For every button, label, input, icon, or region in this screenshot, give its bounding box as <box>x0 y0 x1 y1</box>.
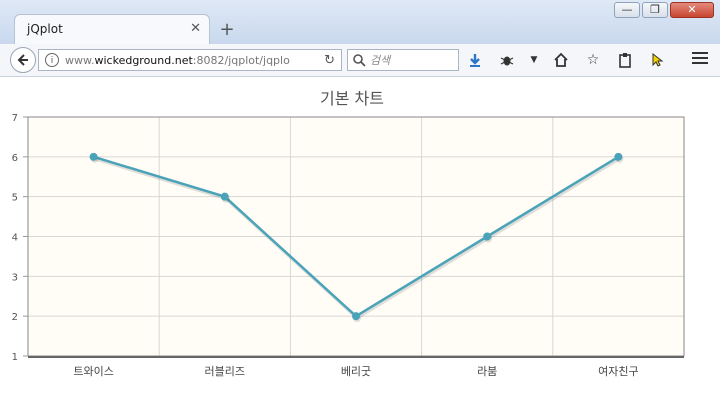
y-axis: 1 2 3 4 5 6 7 <box>12 113 28 363</box>
x-tick-label: 라붐 <box>477 365 497 378</box>
close-tab-icon[interactable]: ✕ <box>190 21 201 36</box>
new-tab-icon[interactable]: + <box>216 19 238 41</box>
address-bar[interactable]: i www.wickedground.net:8082/jqplot/jqplo… <box>38 49 342 71</box>
search-placeholder: 검색 <box>370 54 391 67</box>
x-axis: 트와이스 러블리즈 베리굿 라붐 여자친구 <box>73 365 638 378</box>
y-tick-label: 5 <box>12 193 18 204</box>
chart-title: 기본 차트 <box>320 89 384 108</box>
minimize-button[interactable]: — <box>614 2 640 18</box>
bookmark-star-icon[interactable]: ☆ <box>584 51 602 69</box>
maximize-button[interactable]: ❐ <box>642 2 668 18</box>
search-icon <box>353 54 366 67</box>
tab-title: jQplot <box>27 22 63 36</box>
info-icon[interactable]: i <box>45 53 59 67</box>
window-controls: — ❐ ✕ <box>614 2 714 18</box>
back-button[interactable] <box>10 47 36 73</box>
y-tick-label: 2 <box>12 312 18 323</box>
x-tick-label: 러블리즈 <box>205 365 245 378</box>
search-bar[interactable]: 검색 <box>347 49 459 71</box>
toolbar-icons: ▼ ☆ <box>466 50 666 70</box>
y-tick-label: 1 <box>12 352 18 363</box>
y-tick-label: 3 <box>12 272 18 283</box>
download-icon[interactable] <box>466 51 484 69</box>
arrow-left-icon <box>17 54 28 66</box>
bug-icon[interactable] <box>498 51 516 69</box>
y-tick-label: 6 <box>12 153 18 164</box>
data-point <box>220 192 229 201</box>
url-text[interactable]: www.wickedground.net:8082/jqplot/jqplot_… <box>65 54 290 67</box>
data-point <box>483 232 492 241</box>
data-point <box>89 152 98 161</box>
home-icon[interactable] <box>552 51 570 69</box>
close-window-button[interactable]: ✕ <box>670 2 714 18</box>
clipboard-icon[interactable] <box>616 51 634 69</box>
y-tick-label: 4 <box>12 233 18 244</box>
browser-tab[interactable]: jQplot ✕ <box>14 14 210 44</box>
dropdown-arrow-icon[interactable]: ▼ <box>530 51 538 69</box>
y-tick-label: 7 <box>12 113 18 124</box>
data-point <box>614 152 623 161</box>
x-tick-label: 트와이스 <box>73 365 113 378</box>
x-tick-label: 여자친구 <box>598 365 638 378</box>
x-tick-label: 베리굿 <box>341 365 371 378</box>
browser-title-bar: jQplot ✕ + — ❐ ✕ <box>0 0 720 45</box>
data-point <box>352 312 360 321</box>
reload-icon[interactable]: ↻ <box>324 53 335 68</box>
line-chart: 기본 차트 1 2 3 4 5 6 7 트와이스 러블리즈 베리굿 라붐 여자친구 <box>12 89 685 378</box>
navigation-toolbar: i www.wickedground.net:8082/jqplot/jqplo… <box>0 44 720 77</box>
hamburger-menu-icon[interactable] <box>692 52 708 66</box>
pointer-icon[interactable] <box>648 51 666 69</box>
page-content: 기본 차트 1 2 3 4 5 6 7 트와이스 러블리즈 베리굿 라붐 여자친구 <box>0 77 720 404</box>
